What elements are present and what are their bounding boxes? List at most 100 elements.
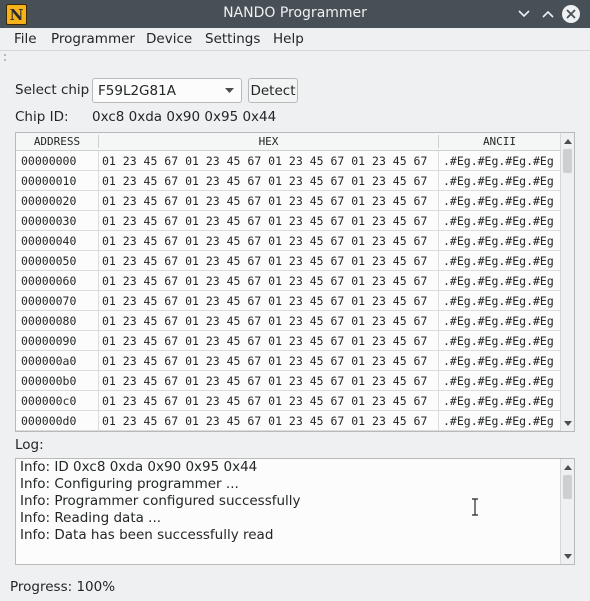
column-divider (438, 371, 439, 391)
table-row[interactable]: 00000020 01 23 45 67 01 23 45 67 01 23 45… (16, 191, 560, 211)
cell-address[interactable]: 00000040 (21, 234, 76, 248)
cell-address[interactable]: 000000b0 (21, 374, 76, 388)
column-divider (98, 411, 99, 431)
minimize-button[interactable] (514, 4, 534, 24)
cell-address[interactable]: 00000020 (21, 194, 76, 208)
table-row[interactable]: 000000c0 01 23 45 67 01 23 45 67 01 23 45… (16, 391, 560, 411)
table-row[interactable]: 000000d0 01 23 45 67 01 23 45 67 01 23 45… (16, 411, 560, 431)
cell-address[interactable]: 00000090 (21, 334, 76, 348)
log-scroll-thumb[interactable] (563, 475, 572, 499)
table-row[interactable]: 00000050 01 23 45 67 01 23 45 67 01 23 45… (16, 251, 560, 271)
hex-table[interactable]: ADDRESS HEX ANCII 00000000 01 23 45 67 01… (15, 132, 575, 432)
cell-address[interactable]: 000000d0 (21, 414, 76, 428)
detect-button[interactable]: Detect (248, 78, 298, 103)
cell-address[interactable]: 00000070 (21, 294, 76, 308)
cell-ascii[interactable]: .#Eg.#Eg.#Eg.#Eg (443, 294, 554, 308)
hex-scroll-thumb[interactable] (563, 149, 572, 173)
cell-hex[interactable]: 01 23 45 67 01 23 45 67 01 23 45 67 01 2… (102, 194, 427, 208)
header-ascii[interactable]: ANCII (438, 135, 560, 148)
cell-ascii[interactable]: .#Eg.#Eg.#Eg.#Eg (443, 254, 554, 268)
cell-ascii[interactable]: .#Eg.#Eg.#Eg.#Eg (443, 274, 554, 288)
log-view[interactable]: Info: ID 0xc8 0xda 0x90 0x95 0x44 Info: C… (15, 458, 575, 565)
cell-ascii[interactable]: .#Eg.#Eg.#Eg.#Eg (443, 394, 554, 408)
header-address[interactable]: ADDRESS (16, 135, 98, 148)
column-divider (98, 171, 99, 191)
cell-address[interactable]: 00000010 (21, 174, 76, 188)
cell-hex[interactable]: 01 23 45 67 01 23 45 67 01 23 45 67 01 2… (102, 374, 427, 388)
chip-select-value: F59L2G81A (98, 83, 176, 99)
column-divider (98, 311, 99, 331)
cell-address[interactable]: 000000c0 (21, 394, 76, 408)
cell-address[interactable]: 00000030 (21, 214, 76, 228)
window-title: NANDO Programmer (223, 5, 367, 21)
select-chip-label: Select chip (15, 82, 90, 98)
column-divider (438, 391, 439, 411)
cell-hex[interactable]: 01 23 45 67 01 23 45 67 01 23 45 67 01 2… (102, 254, 427, 268)
toolbar-handle[interactable] (4, 54, 586, 61)
cell-hex[interactable]: 01 23 45 67 01 23 45 67 01 23 45 67 01 2… (102, 354, 427, 368)
cell-ascii[interactable]: .#Eg.#Eg.#Eg.#Eg (443, 194, 554, 208)
log-scrollbar[interactable] (560, 459, 574, 564)
log-label: Log: (15, 437, 44, 453)
cell-address[interactable]: 00000000 (21, 154, 76, 168)
table-row[interactable]: 00000030 01 23 45 67 01 23 45 67 01 23 45… (16, 211, 560, 231)
cell-address[interactable]: 00000080 (21, 314, 76, 328)
column-divider (98, 231, 99, 251)
table-row[interactable]: 00000080 01 23 45 67 01 23 45 67 01 23 45… (16, 311, 560, 331)
menu-programmer[interactable]: Programmer (51, 31, 135, 47)
column-divider (438, 351, 439, 371)
cell-hex[interactable]: 01 23 45 67 01 23 45 67 01 23 45 67 01 2… (102, 234, 427, 248)
header-hex[interactable]: HEX (98, 135, 438, 148)
column-divider (438, 171, 439, 191)
cell-ascii[interactable]: .#Eg.#Eg.#Eg.#Eg (443, 174, 554, 188)
cell-ascii[interactable]: .#Eg.#Eg.#Eg.#Eg (443, 354, 554, 368)
cell-hex[interactable]: 01 23 45 67 01 23 45 67 01 23 45 67 01 2… (102, 334, 427, 348)
chip-id-label: Chip ID: (15, 109, 69, 125)
chip-select-dropdown[interactable]: F59L2G81A (92, 78, 242, 103)
column-divider (98, 351, 99, 371)
table-row[interactable]: 00000000 01 23 45 67 01 23 45 67 01 23 45… (16, 151, 560, 171)
toolbar (0, 50, 590, 64)
menu-device[interactable]: Device (146, 31, 192, 47)
cell-address[interactable]: 00000060 (21, 274, 76, 288)
cell-address[interactable]: 00000050 (21, 254, 76, 268)
table-row[interactable]: 00000040 01 23 45 67 01 23 45 67 01 23 45… (16, 231, 560, 251)
close-button[interactable] (561, 4, 581, 24)
cell-address[interactable]: 000000a0 (21, 354, 76, 368)
table-row[interactable]: 00000060 01 23 45 67 01 23 45 67 01 23 45… (16, 271, 560, 291)
title-bar: N NANDO Programmer (0, 0, 590, 28)
cell-ascii[interactable]: .#Eg.#Eg.#Eg.#Eg (443, 314, 554, 328)
hex-table-scrollbar[interactable] (560, 133, 574, 431)
menu-file[interactable]: File (14, 31, 37, 47)
cell-hex[interactable]: 01 23 45 67 01 23 45 67 01 23 45 67 01 2… (102, 274, 427, 288)
cell-hex[interactable]: 01 23 45 67 01 23 45 67 01 23 45 67 01 2… (102, 214, 427, 228)
table-row[interactable]: 000000a0 01 23 45 67 01 23 45 67 01 23 45… (16, 351, 560, 371)
menu-help[interactable]: Help (273, 31, 304, 47)
maximize-button[interactable] (538, 4, 558, 24)
cell-hex[interactable]: 01 23 45 67 01 23 45 67 01 23 45 67 01 2… (102, 394, 427, 408)
scroll-up-icon[interactable] (562, 135, 574, 147)
cell-hex[interactable]: 01 23 45 67 01 23 45 67 01 23 45 67 01 2… (102, 294, 427, 308)
scroll-down-icon[interactable] (562, 550, 574, 562)
table-row[interactable]: 00000090 01 23 45 67 01 23 45 67 01 23 45… (16, 331, 560, 351)
table-row[interactable]: 00000070 01 23 45 67 01 23 45 67 01 23 45… (16, 291, 560, 311)
column-divider (98, 251, 99, 271)
column-divider (98, 191, 99, 211)
cell-ascii[interactable]: .#Eg.#Eg.#Eg.#Eg (443, 234, 554, 248)
cell-hex[interactable]: 01 23 45 67 01 23 45 67 01 23 45 67 01 2… (102, 174, 427, 188)
cell-ascii[interactable]: .#Eg.#Eg.#Eg.#Eg (443, 374, 554, 388)
cell-ascii[interactable]: .#Eg.#Eg.#Eg.#Eg (443, 154, 554, 168)
scroll-up-icon[interactable] (562, 461, 574, 473)
cell-ascii[interactable]: .#Eg.#Eg.#Eg.#Eg (443, 414, 554, 428)
cell-hex[interactable]: 01 23 45 67 01 23 45 67 01 23 45 67 01 2… (102, 154, 427, 168)
scroll-down-icon[interactable] (562, 417, 574, 429)
log-line: Info: ID 0xc8 0xda 0x90 0x95 0x44 (20, 459, 258, 475)
cell-hex[interactable]: 01 23 45 67 01 23 45 67 01 23 45 67 01 2… (102, 414, 427, 428)
cell-ascii[interactable]: .#Eg.#Eg.#Eg.#Eg (443, 214, 554, 228)
table-row[interactable]: 00000010 01 23 45 67 01 23 45 67 01 23 45… (16, 171, 560, 191)
menu-settings[interactable]: Settings (205, 31, 260, 47)
cell-ascii[interactable]: .#Eg.#Eg.#Eg.#Eg (443, 334, 554, 348)
table-row[interactable]: 000000b0 01 23 45 67 01 23 45 67 01 23 45… (16, 371, 560, 391)
column-divider (438, 311, 439, 331)
cell-hex[interactable]: 01 23 45 67 01 23 45 67 01 23 45 67 01 2… (102, 314, 427, 328)
